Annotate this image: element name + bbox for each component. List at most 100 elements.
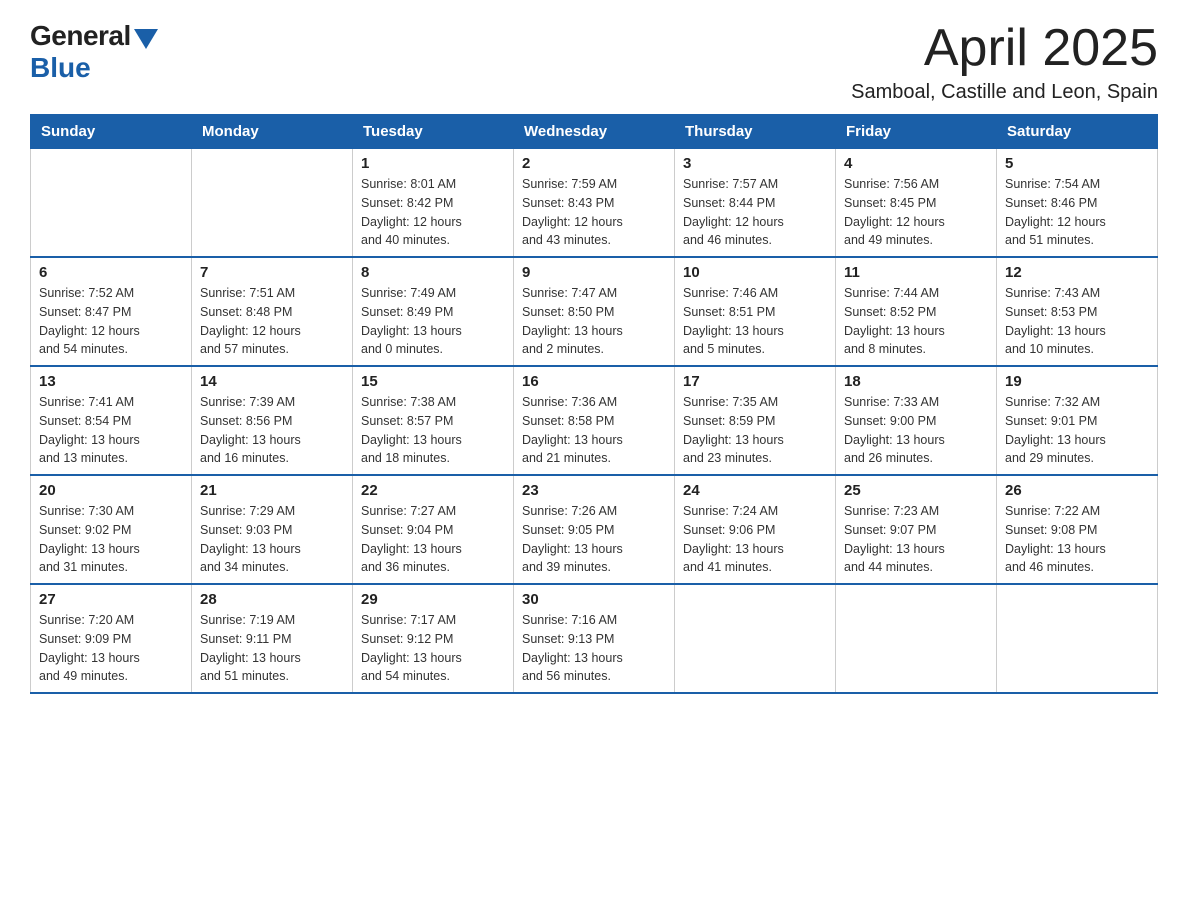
day-number: 10 [683,264,827,281]
calendar-cell [997,584,1158,693]
calendar-cell: 20 Sunrise: 7:30 AMSunset: 9:02 PMDayligh… [31,475,192,584]
day-number: 13 [39,373,183,390]
calendar-cell: 8Sunrise: 7:49 AMSunset: 8:49 PMDaylight… [353,257,514,366]
calendar-cell: 13Sunrise: 7:41 AMSunset: 8:54 PMDayligh… [31,366,192,475]
day-number: 23 [522,482,666,499]
weekday-header-thursday: Thursday [675,115,836,149]
weekday-header-monday: Monday [192,115,353,149]
day-info: Sunrise: 7:27 AMSunset: 9:04 PMDaylight:… [361,502,505,577]
day-info: Sunrise: 8:01 AMSunset: 8:42 PMDaylight:… [361,175,505,250]
day-number: 24 [683,482,827,499]
calendar-cell: 3 Sunrise: 7:57 AMSunset: 8:44 PMDaylight… [675,149,836,258]
day-info: Sunrise: 7:19 AMSunset: 9:11 PMDaylight:… [200,611,344,686]
calendar-cell: 19 Sunrise: 7:32 AMSunset: 9:01 PMDayligh… [997,366,1158,475]
day-number: 2 [522,155,666,172]
day-info: Sunrise: 7:47 AMSunset: 8:50 PMDaylight:… [522,284,666,359]
calendar-table: SundayMondayTuesdayWednesdayThursdayFrid… [30,114,1158,694]
day-info: Sunrise: 7:43 AMSunset: 8:53 PMDaylight:… [1005,284,1149,359]
day-number: 17 [683,373,827,390]
weekday-header-friday: Friday [836,115,997,149]
calendar-cell: 9 Sunrise: 7:47 AMSunset: 8:50 PMDaylight… [514,257,675,366]
day-info: Sunrise: 7:22 AMSunset: 9:08 PMDaylight:… [1005,502,1149,577]
calendar-cell [836,584,997,693]
calendar-header-row: SundayMondayTuesdayWednesdayThursdayFrid… [31,115,1158,149]
day-info: Sunrise: 7:30 AMSunset: 9:02 PMDaylight:… [39,502,183,577]
calendar-cell: 4 Sunrise: 7:56 AMSunset: 8:45 PMDaylight… [836,149,997,258]
calendar-cell: 21Sunrise: 7:29 AMSunset: 9:03 PMDayligh… [192,475,353,584]
day-info: Sunrise: 7:24 AMSunset: 9:06 PMDaylight:… [683,502,827,577]
calendar-cell: 5 Sunrise: 7:54 AMSunset: 8:46 PMDaylight… [997,149,1158,258]
calendar-week-row: 6 Sunrise: 7:52 AMSunset: 8:47 PMDaylight… [31,257,1158,366]
day-info: Sunrise: 7:26 AMSunset: 9:05 PMDaylight:… [522,502,666,577]
calendar-cell: 15 Sunrise: 7:38 AMSunset: 8:57 PMDayligh… [353,366,514,475]
calendar-cell: 25 Sunrise: 7:23 AMSunset: 9:07 PMDayligh… [836,475,997,584]
calendar-cell [31,149,192,258]
day-number: 22 [361,482,505,499]
calendar-week-row: 1 Sunrise: 8:01 AMSunset: 8:42 PMDaylight… [31,149,1158,258]
day-info: Sunrise: 7:29 AMSunset: 9:03 PMDaylight:… [200,502,344,577]
day-number: 27 [39,591,183,608]
logo-triangle-icon [134,29,158,49]
weekday-header-wednesday: Wednesday [514,115,675,149]
calendar-cell: 2Sunrise: 7:59 AMSunset: 8:43 PMDaylight… [514,149,675,258]
day-number: 30 [522,591,666,608]
day-info: Sunrise: 7:38 AMSunset: 8:57 PMDaylight:… [361,393,505,468]
calendar-cell: 22 Sunrise: 7:27 AMSunset: 9:04 PMDayligh… [353,475,514,584]
calendar-cell: 28Sunrise: 7:19 AMSunset: 9:11 PMDayligh… [192,584,353,693]
calendar-cell: 23 Sunrise: 7:26 AMSunset: 9:05 PMDayligh… [514,475,675,584]
calendar-cell [675,584,836,693]
calendar-cell: 17 Sunrise: 7:35 AMSunset: 8:59 PMDayligh… [675,366,836,475]
day-info: Sunrise: 7:32 AMSunset: 9:01 PMDaylight:… [1005,393,1149,468]
day-info: Sunrise: 7:35 AMSunset: 8:59 PMDaylight:… [683,393,827,468]
location-subtitle: Samboal, Castille and Leon, Spain [851,81,1158,104]
calendar-week-row: 13Sunrise: 7:41 AMSunset: 8:54 PMDayligh… [31,366,1158,475]
day-info: Sunrise: 7:52 AMSunset: 8:47 PMDaylight:… [39,284,183,359]
day-number: 5 [1005,155,1149,172]
calendar-cell [192,149,353,258]
day-info: Sunrise: 7:57 AMSunset: 8:44 PMDaylight:… [683,175,827,250]
day-number: 15 [361,373,505,390]
calendar-cell: 27 Sunrise: 7:20 AMSunset: 9:09 PMDayligh… [31,584,192,693]
month-title: April 2025 [851,20,1158,77]
day-info: Sunrise: 7:56 AMSunset: 8:45 PMDaylight:… [844,175,988,250]
day-number: 11 [844,264,988,281]
calendar-cell: 10 Sunrise: 7:46 AMSunset: 8:51 PMDayligh… [675,257,836,366]
calendar-cell: 18 Sunrise: 7:33 AMSunset: 9:00 PMDayligh… [836,366,997,475]
calendar-cell: 12 Sunrise: 7:43 AMSunset: 8:53 PMDayligh… [997,257,1158,366]
day-number: 19 [1005,373,1149,390]
day-number: 1 [361,155,505,172]
day-info: Sunrise: 7:20 AMSunset: 9:09 PMDaylight:… [39,611,183,686]
day-info: Sunrise: 7:39 AMSunset: 8:56 PMDaylight:… [200,393,344,468]
calendar-cell: 1 Sunrise: 8:01 AMSunset: 8:42 PMDaylight… [353,149,514,258]
calendar-cell: 16Sunrise: 7:36 AMSunset: 8:58 PMDayligh… [514,366,675,475]
page-header: General Blue April 2025 Samboal, Castill… [30,20,1158,104]
calendar-cell: 26Sunrise: 7:22 AMSunset: 9:08 PMDayligh… [997,475,1158,584]
day-info: Sunrise: 7:17 AMSunset: 9:12 PMDaylight:… [361,611,505,686]
day-info: Sunrise: 7:33 AMSunset: 9:00 PMDaylight:… [844,393,988,468]
day-number: 3 [683,155,827,172]
calendar-cell: 11Sunrise: 7:44 AMSunset: 8:52 PMDayligh… [836,257,997,366]
day-number: 6 [39,264,183,281]
day-info: Sunrise: 7:54 AMSunset: 8:46 PMDaylight:… [1005,175,1149,250]
day-info: Sunrise: 7:23 AMSunset: 9:07 PMDaylight:… [844,502,988,577]
day-number: 29 [361,591,505,608]
calendar-cell: 14 Sunrise: 7:39 AMSunset: 8:56 PMDayligh… [192,366,353,475]
day-number: 7 [200,264,344,281]
day-number: 14 [200,373,344,390]
calendar-cell: 29 Sunrise: 7:17 AMSunset: 9:12 PMDayligh… [353,584,514,693]
day-info: Sunrise: 7:36 AMSunset: 8:58 PMDaylight:… [522,393,666,468]
day-number: 12 [1005,264,1149,281]
day-number: 8 [361,264,505,281]
weekday-header-sunday: Sunday [31,115,192,149]
weekday-header-tuesday: Tuesday [353,115,514,149]
logo-blue-text: Blue [30,52,91,84]
day-info: Sunrise: 7:46 AMSunset: 8:51 PMDaylight:… [683,284,827,359]
day-number: 25 [844,482,988,499]
calendar-cell: 7Sunrise: 7:51 AMSunset: 8:48 PMDaylight… [192,257,353,366]
calendar-cell: 6 Sunrise: 7:52 AMSunset: 8:47 PMDaylight… [31,257,192,366]
logo-general-text: General [30,20,131,52]
day-number: 4 [844,155,988,172]
day-number: 18 [844,373,988,390]
day-number: 20 [39,482,183,499]
day-number: 9 [522,264,666,281]
